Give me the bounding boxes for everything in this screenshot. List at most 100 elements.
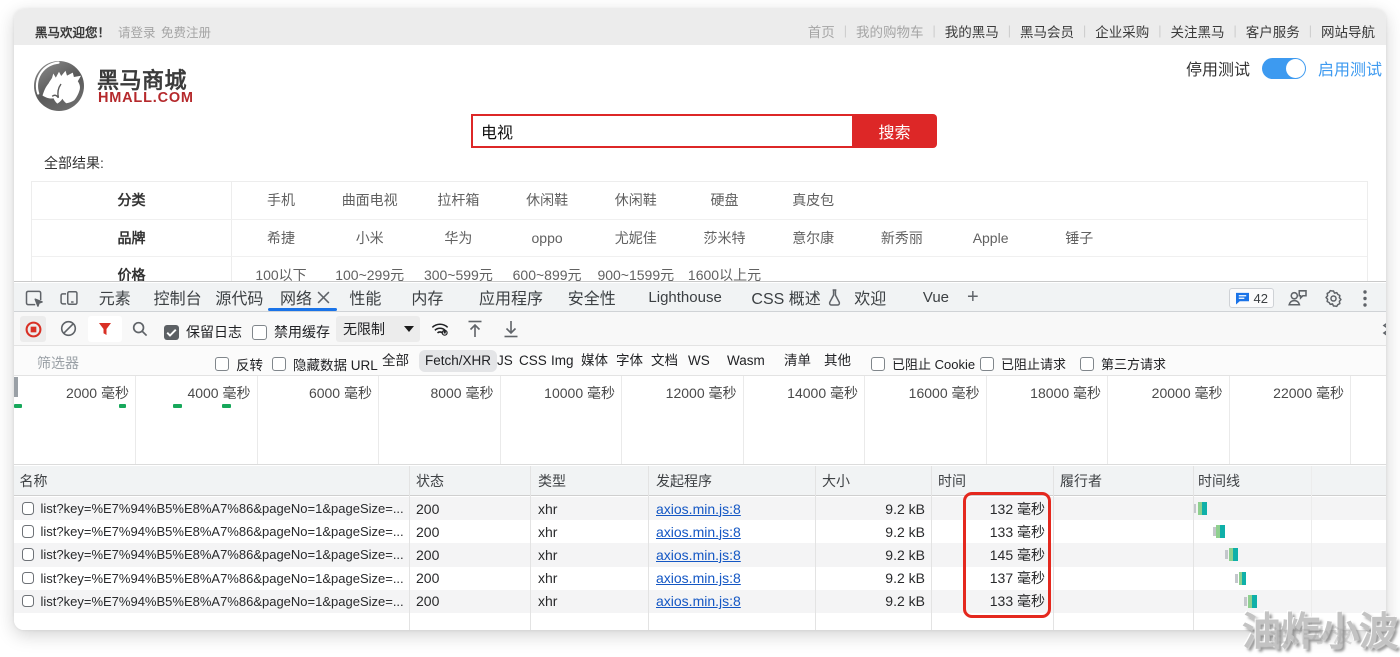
filter-option[interactable]: 真皮包 [792,182,834,219]
type-filter-Wasm[interactable]: Wasm [727,350,765,372]
waterfall-bar[interactable] [1238,571,1246,585]
column-divider[interactable] [815,466,816,630]
filter-option[interactable]: 手机 [267,182,295,219]
register-link[interactable]: 免费注册 [161,22,211,41]
type-filter-全部[interactable]: 全部 [382,350,409,372]
filter-option[interactable]: oppo [532,220,563,257]
network-conditions-icon[interactable] [430,320,450,338]
console-messages-badge[interactable]: 42 [1228,288,1274,308]
column-divider[interactable] [1192,466,1194,630]
topnav-关注黑马[interactable]: 关注黑马 [1171,21,1225,41]
type-filter-媒体[interactable]: 媒体 [581,350,608,372]
request-row[interactable]: list?key=%E7%94%B5%E8%A7%86&pageNo=1&pag… [14,589,1386,613]
devtools-tab-内存[interactable]: 内存 [411,283,443,311]
topnav-企业采购[interactable]: 企业采购 [1095,21,1149,41]
throttling-select[interactable]: 无限制 [336,316,420,342]
initiator-link[interactable]: axios.min.js:8 [656,547,741,563]
devtools-tab-CSS 概述[interactable]: CSS 概述 [751,283,841,311]
initiator-link[interactable]: axios.min.js:8 [656,524,741,540]
filter-option[interactable]: 休闲鞋 [615,182,657,219]
row-checkbox[interactable] [21,594,34,608]
devtools-tab-性能[interactable]: 性能 [349,283,381,311]
overview-handle[interactable] [14,377,18,397]
preserve-log-option[interactable]: 保留日志 [164,322,242,342]
checkbox-unchecked[interactable] [272,357,286,371]
import-har-icon[interactable] [467,320,483,338]
third-party-option[interactable]: 第三方请求 [1080,354,1166,373]
search-network-icon[interactable] [132,321,148,337]
type-filter-WS[interactable]: WS [688,350,710,372]
request-row[interactable]: list?key=%E7%94%B5%E8%A7%86&pageNo=1&pag… [14,543,1386,567]
row-checkbox[interactable] [21,502,34,515]
filter-option[interactable]: 莎米特 [704,220,746,257]
type-filter-清单[interactable]: 清单 [784,350,811,372]
column-header-名称[interactable]: 名称 [20,466,48,496]
device-toolbar-icon[interactable] [57,286,81,310]
initiator-link[interactable]: axios.min.js:8 [656,501,741,517]
issues-people-icon[interactable] [1287,289,1307,307]
waterfall-bar[interactable] [1197,502,1207,515]
filter-toggle-button[interactable] [88,316,122,342]
devtools-tab-网络[interactable]: 网络 [280,283,330,311]
disable-cache-option[interactable]: 禁用缓存 [252,322,330,342]
request-row[interactable]: list?key=%E7%94%B5%E8%A7%86&pageNo=1&pag… [14,497,1386,521]
more-options-icon[interactable] [1363,289,1367,307]
column-divider[interactable] [930,466,932,630]
filter-option[interactable]: 锤子 [1065,220,1093,257]
devtools-tab-源代码[interactable]: 源代码 [215,283,263,311]
column-header-大小[interactable]: 大小 [822,466,850,496]
column-divider[interactable] [408,466,410,630]
type-filter-其他[interactable]: 其他 [824,350,851,372]
column-divider[interactable] [530,466,531,630]
column-header-状态[interactable]: 状态 [416,466,444,496]
inspect-element-icon[interactable] [22,286,46,310]
row-checkbox[interactable] [21,548,34,561]
devtools-tab-安全性[interactable]: 安全性 [568,283,616,311]
devtools-tab-应用程序[interactable]: 应用程序 [479,283,543,311]
search-input[interactable] [471,114,852,148]
column-header-时间[interactable]: 时间 [938,466,966,496]
topnav-首页[interactable]: 首页 [808,21,835,41]
settings-gear-icon[interactable] [1324,289,1343,308]
topnav-客户服务[interactable]: 客户服务 [1246,21,1300,41]
blocked-cookies-option[interactable]: 已阻止 Cookie [871,354,975,373]
waterfall-bar[interactable] [1229,548,1238,562]
row-checkbox[interactable] [21,525,34,538]
close-tab-icon[interactable] [317,291,330,304]
filter-option[interactable]: 小米 [356,220,384,257]
type-filter-JS[interactable]: JS [497,350,513,372]
devtools-tab-欢迎[interactable]: 欢迎 [854,283,886,311]
request-row[interactable]: list?key=%E7%94%B5%E8%A7%86&pageNo=1&pag… [14,567,1386,590]
column-header-履行者[interactable]: 履行者 [1060,466,1102,496]
topnav-我的黑马[interactable]: 我的黑马 [945,21,999,41]
waterfall-bar[interactable] [1216,525,1225,539]
filter-option[interactable]: 新秀丽 [881,220,923,257]
request-row[interactable]: list?key=%E7%94%B5%E8%A7%86&pageNo=1&pag… [14,520,1386,543]
type-filter-Img[interactable]: Img [551,350,574,372]
filter-input[interactable]: 筛选器 [37,353,79,373]
column-divider[interactable] [647,466,649,630]
type-filter-Fetch/XHR[interactable]: Fetch/XHR [419,350,498,372]
checkbox-unchecked[interactable] [252,324,267,340]
column-header-类型[interactable]: 类型 [538,466,566,496]
test-toggle-switch[interactable] [1262,57,1307,79]
filter-option[interactable]: Apple [973,220,1009,257]
network-overview-timeline[interactable]: 2000 毫秒 4000 毫秒 6000 毫秒 8000 毫秒 10000 毫秒 1200… [14,376,1386,465]
initiator-link[interactable]: axios.min.js:8 [656,593,741,609]
blocked-requests-option[interactable]: 已阻止请求 [980,354,1066,373]
devtools-tab-Vue[interactable]: Vue [923,283,949,311]
checkbox-unchecked[interactable] [215,357,229,371]
topnav-网站导航[interactable]: 网站导航 [1321,21,1375,41]
clear-button[interactable] [60,320,77,337]
hide-data-urls-option[interactable]: 隐藏数据 URL [272,354,378,374]
filter-option[interactable]: 曲面电视 [342,182,398,219]
checkbox-unchecked[interactable] [980,356,994,371]
type-filter-字体[interactable]: 字体 [616,350,643,372]
topnav-黑马会员[interactable]: 黑马会员 [1020,21,1074,41]
initiator-link[interactable]: axios.min.js:8 [656,570,741,586]
filter-option[interactable]: 尤妮佳 [615,220,657,257]
devtools-tab-控制台[interactable]: 控制台 [154,283,202,311]
filter-option[interactable]: 拉杆箱 [437,182,479,219]
topnav-我的购物车[interactable]: 我的购物车 [856,21,924,41]
export-har-icon[interactable] [503,320,519,338]
